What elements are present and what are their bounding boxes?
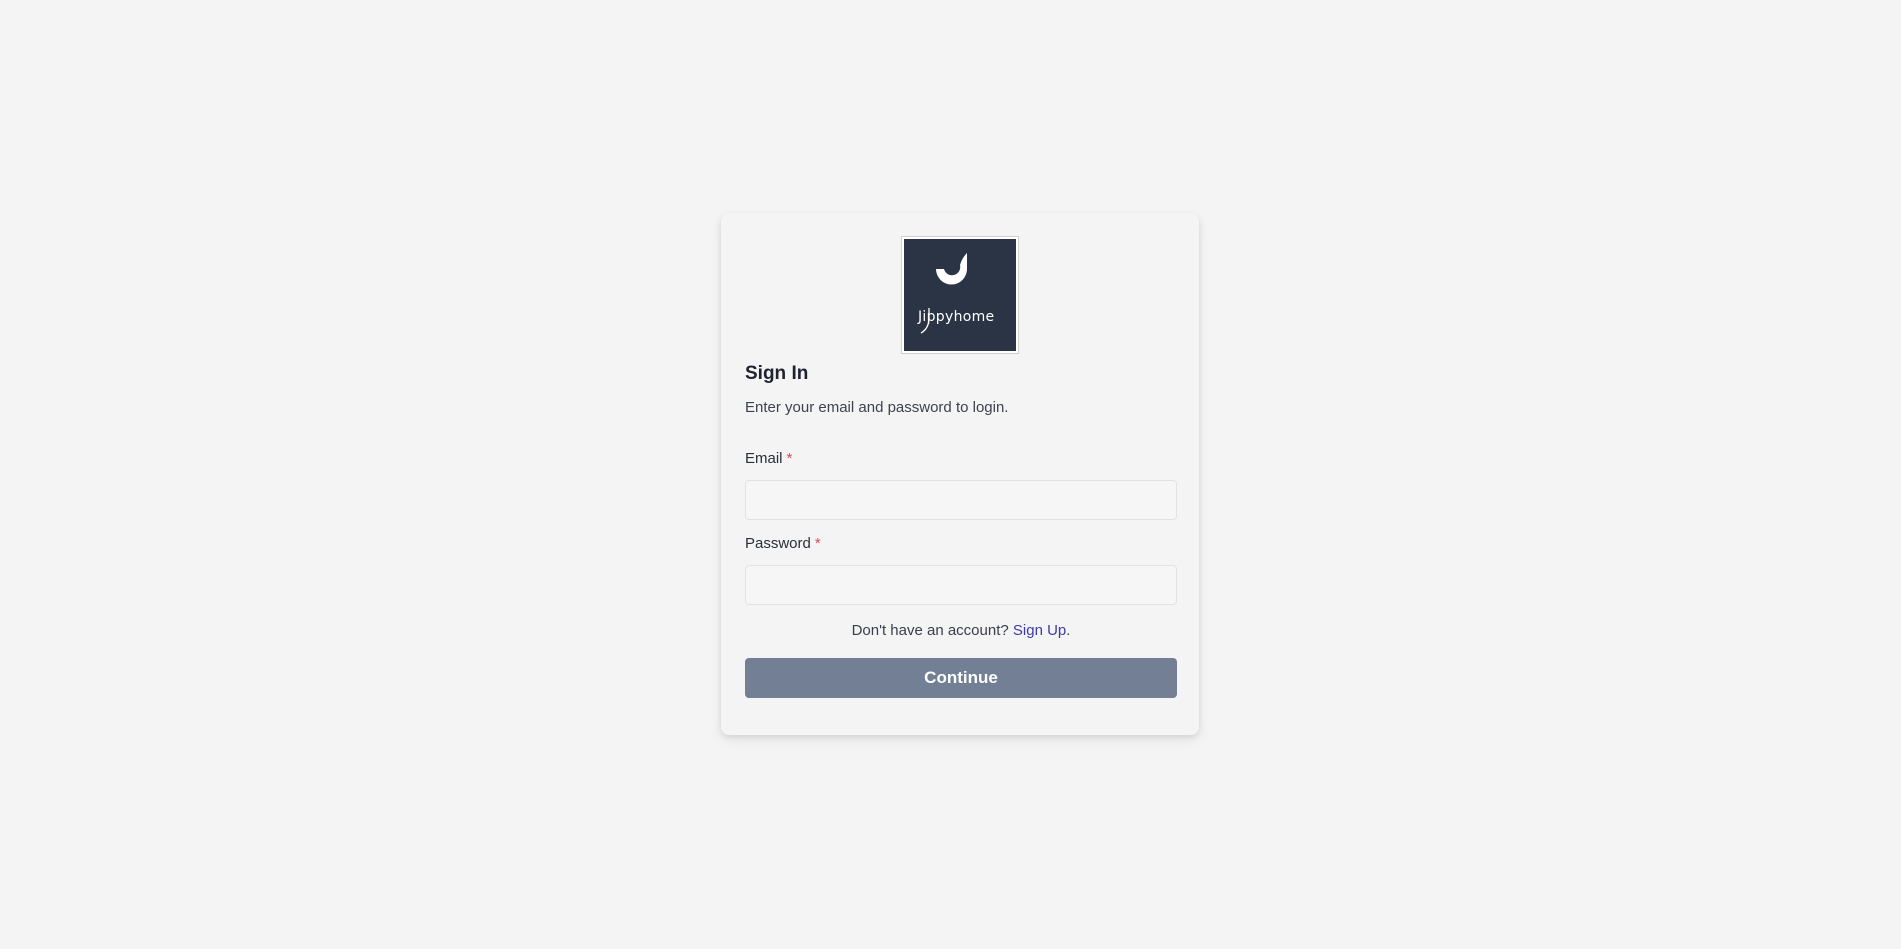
logo-background: Jippyhome: [904, 239, 1016, 351]
email-label: Email *: [745, 450, 792, 467]
jippyhome-logo-icon: [920, 253, 967, 334]
signup-prompt-text: Don't have an account?: [851, 622, 1009, 639]
signup-link[interactable]: Sign Up: [1013, 622, 1066, 639]
sign-in-card: Jippyhome Sign In Enter your email and p…: [721, 213, 1199, 735]
signup-prompt-row: Don't have an account? Sign Up.: [745, 622, 1177, 639]
page-subtitle: Enter your email and password to login.: [745, 399, 1009, 416]
password-label: Password *: [745, 535, 821, 552]
password-field[interactable]: [745, 565, 1177, 605]
password-label-text: Password: [745, 535, 811, 552]
email-required-marker: *: [786, 450, 793, 467]
password-required-marker: *: [814, 535, 821, 552]
page-title: Sign In: [745, 363, 809, 384]
email-field[interactable]: [745, 480, 1177, 520]
continue-button[interactable]: Continue: [745, 658, 1177, 698]
signup-suffix: .: [1066, 622, 1071, 639]
email-label-text: Email: [745, 450, 783, 467]
logo-wordmark: Jippyhome: [918, 309, 995, 325]
brand-logo: Jippyhome: [901, 236, 1019, 354]
